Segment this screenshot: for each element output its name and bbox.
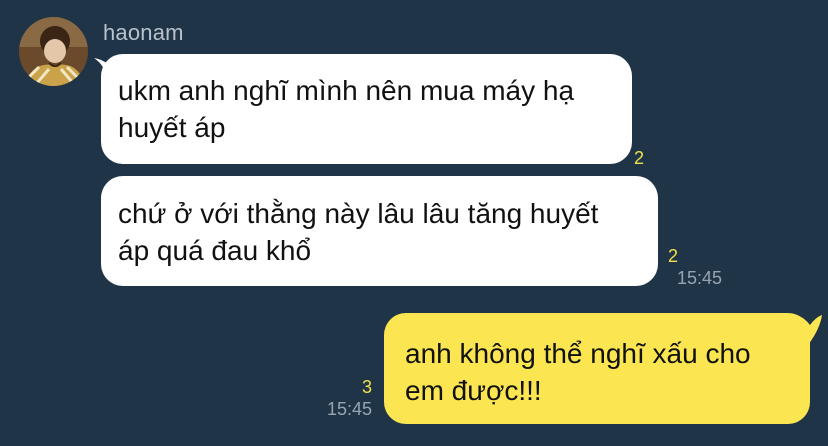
message-meta: 3 15:45 <box>312 376 372 420</box>
unread-count: 2 <box>668 246 679 266</box>
message-bubble-incoming[interactable]: ukm anh nghĩ mình nên mua máy hạ huyết á… <box>101 54 632 164</box>
message-text-line: chứ ở với thằng này lâu lâu tăng huyết <box>118 198 599 229</box>
message-text-line: ukm anh nghĩ mình nên mua máy hạ <box>118 75 575 106</box>
sender-name: haonam <box>103 20 184 45</box>
message-text-line: áp quá đau khổ <box>118 235 312 266</box>
message-bubble-outgoing[interactable]: anh không thể nghĩ xấu cho em được!!! <box>384 313 810 424</box>
message-meta: 2 <box>634 147 654 169</box>
message-timestamp: 15:45 <box>676 268 722 288</box>
unread-count: 3 <box>361 377 372 397</box>
message-bubble-incoming[interactable]: chứ ở với thằng này lâu lâu tăng huyết á… <box>101 176 658 286</box>
sender-avatar[interactable] <box>19 17 88 86</box>
message-text-line: huyết áp <box>118 112 226 143</box>
message-meta: 2 15:45 <box>664 245 722 289</box>
avatar-photo-icon <box>19 17 88 86</box>
message-text-line: em được!!! <box>405 375 542 406</box>
message-timestamp: 15:45 <box>326 399 372 419</box>
unread-count: 2 <box>634 148 645 168</box>
message-text-line: anh không thể nghĩ xấu cho <box>405 338 751 369</box>
